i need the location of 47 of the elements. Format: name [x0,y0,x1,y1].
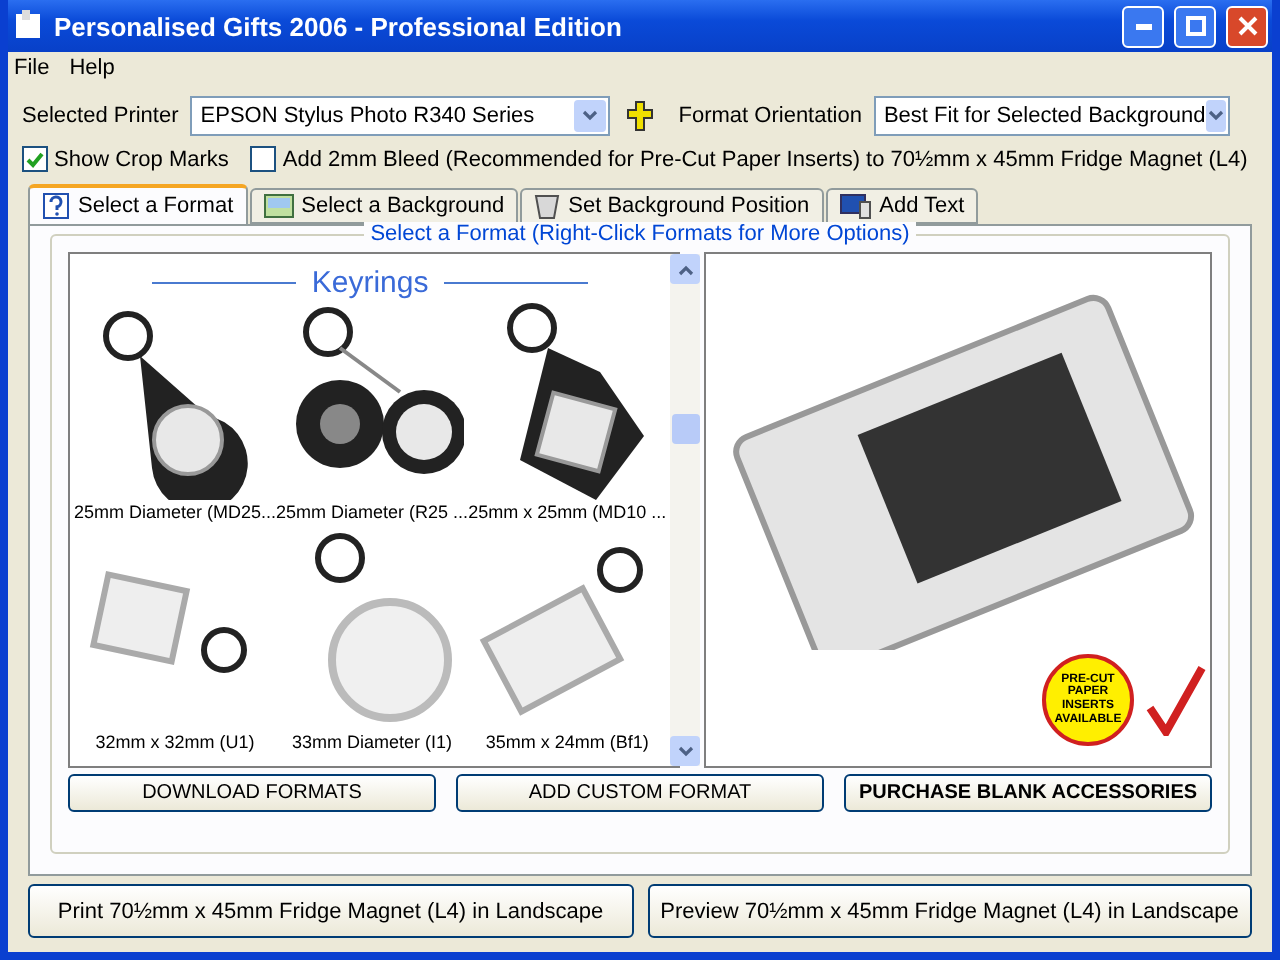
maximize-button[interactable] [1174,5,1216,47]
caret-icon [677,263,694,275]
tab[interactable]: Set Background Position [520,188,824,224]
cross-icon[interactable] [626,100,655,132]
action-button[interactable]: Preview 70½mm x 45mm Fridge Magnet (L4) in Landscape [647,884,1252,938]
action-button[interactable]: Print 70½mm x 45mm Fridge Magnet (L4) in Landscape [28,884,633,938]
format-item[interactable]: 35mm x 24mm (Bf1) [485,732,649,752]
format-item[interactable]: 25mm Diameter (R25 ... [276,502,469,522]
close-icon [1237,16,1257,36]
format-item[interactable]: 25mm Diameter (MD25... [74,502,277,522]
format-button[interactable]: DOWNLOAD FORMATS [68,774,436,812]
format-button[interactable]: ADD CUSTOM FORMAT [456,774,824,812]
minimize-icon [1135,23,1151,29]
printer-label: Selected Printer [22,104,179,128]
scrollbar[interactable] [670,254,701,766]
tab[interactable]: Select a Format [28,184,248,224]
picture-icon [263,194,294,218]
caret-icon [582,110,599,122]
menu-item[interactable]: Help [69,56,115,80]
caret-icon [1207,110,1224,122]
format-item[interactable]: 32mm x 32mm (U1) [95,732,255,752]
format-item[interactable]: 25mm x 25mm (MD10 ... [468,502,667,522]
menu-item[interactable]: File [14,56,50,80]
section-heading: Keyrings [311,266,429,300]
format-button[interactable]: PURCHASE BLANK ACCESSORIES [844,774,1212,812]
tab[interactable]: Add Text [825,188,979,224]
checkbox-label: Add 2mm Bleed (Recommended for Pre-Cut Paper Inserts) to 70½mm x 45mm Fridge Magnet (L4) [282,147,1248,171]
checkbox[interactable] [250,146,277,172]
window-title: Personalised Gifts 2006 - Professional Edition [54,11,624,41]
format-item[interactable]: 33mm Diameter (I1) [292,732,453,752]
scroll-thumb[interactable] [672,414,701,444]
group-title: Select a Format (Right-Click Formats for More Options) [364,222,916,246]
printer-dropdown[interactable]: EPSON Stylus Photo R340 Series [190,96,611,136]
monitor-icon [839,193,872,219]
bin-icon [534,192,561,220]
help-icon [42,192,70,220]
orientation-dropdown[interactable]: Best Fit for Selected Background [873,96,1230,136]
orientation-label: Format Orientation [678,104,862,128]
tab[interactable]: Select a Background [249,188,519,224]
checkbox[interactable] [22,146,48,172]
caret-icon [677,745,694,757]
maximize-icon [1185,16,1205,36]
minimize-button[interactable] [1122,5,1164,47]
close-button[interactable] [1226,5,1268,47]
check-icon [1146,664,1206,736]
checkbox-label: Show Crop Marks [54,147,229,171]
app-icon [12,10,44,42]
